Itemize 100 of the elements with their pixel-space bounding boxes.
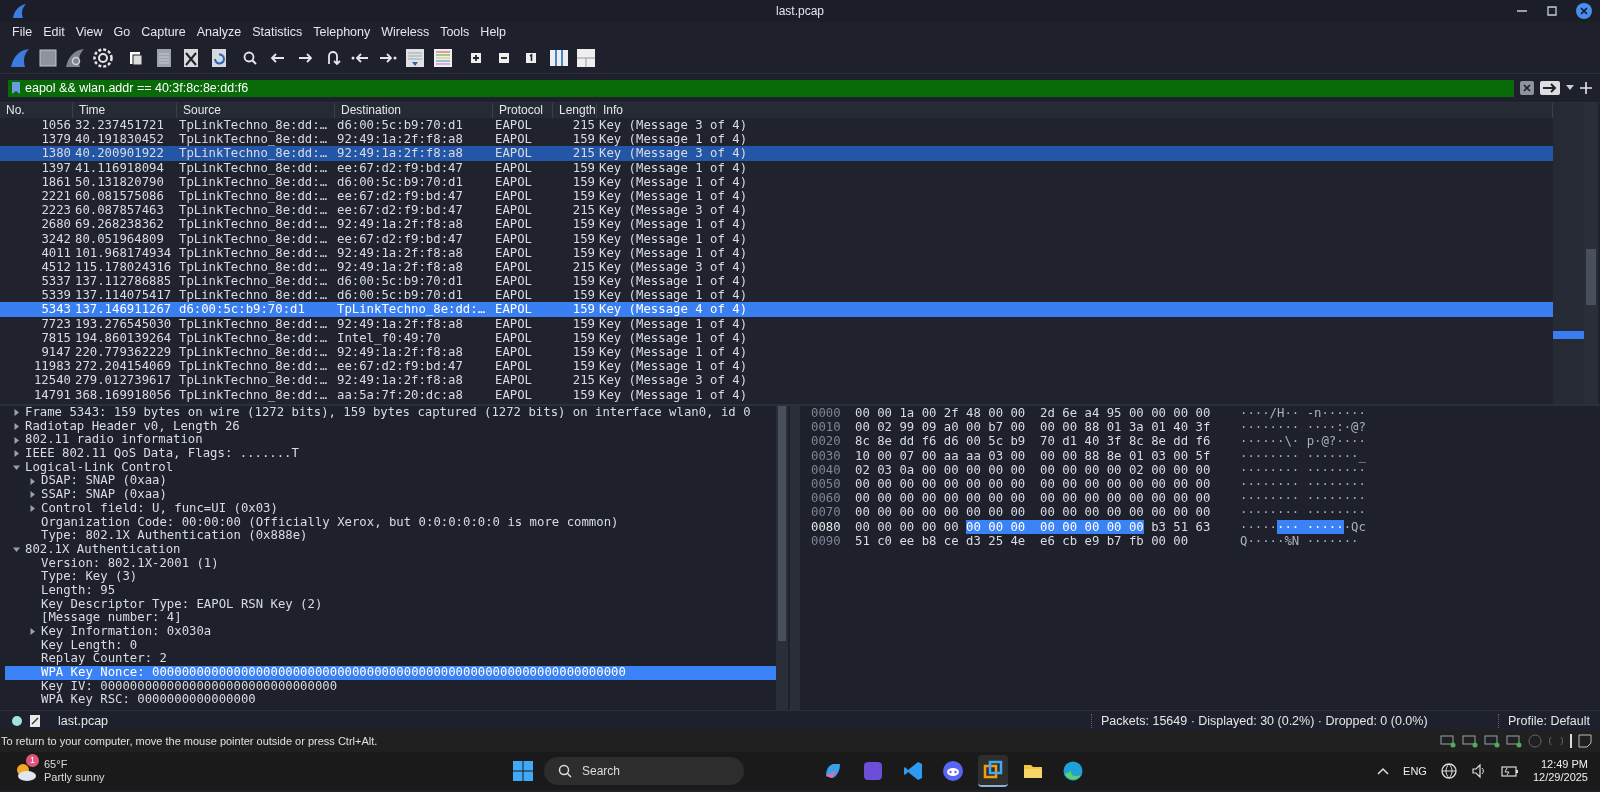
tree-row[interactable]: Radiotap Header v0, Length 26 bbox=[5, 419, 776, 434]
language-indicator[interactable]: ENG bbox=[1403, 765, 1427, 777]
tree-row[interactable]: [Message number: 4] bbox=[5, 611, 776, 625]
caret-right-icon[interactable] bbox=[29, 628, 36, 636]
menu-item[interactable]: Statistics bbox=[252, 25, 303, 39]
tree-row[interactable]: IEEE 802.11 QoS Data, Flags: .......T bbox=[5, 447, 776, 461]
tree-row[interactable]: 802.1X Authentication bbox=[5, 542, 776, 557]
menu-item[interactable]: Capture bbox=[141, 25, 186, 39]
tree-row[interactable]: Version: 802.1X-2001 (1) bbox=[5, 556, 776, 571]
packet-row[interactable]: 1397 41.116918094 TpLinkTechno_8e:dd:… ee:67:d2:f9:bd:47 EAPOL 159 Key (Message 1 of 4) bbox=[0, 160, 1553, 175]
maximize-icon[interactable] bbox=[1546, 5, 1558, 17]
device-icon[interactable] bbox=[1462, 734, 1478, 748]
tree-row[interactable]: Length: 95 bbox=[5, 583, 776, 598]
list-down-icon[interactable] bbox=[404, 46, 426, 69]
caret-right-icon[interactable] bbox=[13, 409, 20, 417]
add-icon[interactable] bbox=[1580, 82, 1592, 94]
battery-icon[interactable] bbox=[1500, 763, 1519, 779]
caret-right-icon[interactable] bbox=[13, 423, 20, 431]
menu-item[interactable]: Help bbox=[480, 25, 507, 39]
menu-item[interactable]: Analyze bbox=[196, 25, 242, 39]
taskbar-app[interactable] bbox=[978, 755, 1008, 787]
tree-row[interactable]: Type: Key (3) bbox=[5, 570, 776, 584]
column-header[interactable]: Source bbox=[177, 103, 335, 118]
tree-row[interactable]: 802.11 radio information bbox=[5, 433, 776, 448]
packet-row[interactable]: 9147 220.779362229 TpLinkTechno_8e:dd:… 92:49:1a:2f:f8:a8 EAPOL 159 Key (Message 1 of 4) bbox=[0, 345, 1553, 360]
packet-row[interactable]: 1379 40.191830452 TpLinkTechno_8e:dd:… 92:49:1a:2f:f8:a8 EAPOL 159 Key (Message 1 of 4) bbox=[0, 132, 1553, 147]
menu-item[interactable]: Edit bbox=[43, 25, 65, 39]
tree-row[interactable]: Replay Counter: 2 bbox=[5, 652, 776, 667]
packet-row[interactable]: 4011 101.968174934 TpLinkTechno_8e:dd:… 92:49:1a:2f:f8:a8 EAPOL 159 Key (Message 1 of 4) bbox=[0, 245, 1553, 260]
tree-row[interactable]: DSAP: SNAP (0xaa) bbox=[5, 474, 776, 489]
packet-row[interactable]: 7723 193.276545030 TpLinkTechno_8e:dd:… 92:49:1a:2f:f8:a8 EAPOL 159 Key (Message 1 of 4) bbox=[0, 316, 1553, 331]
status-dot-icon[interactable] bbox=[12, 715, 22, 726]
caret-right-icon[interactable] bbox=[29, 477, 36, 485]
gear-icon[interactable] bbox=[91, 46, 114, 69]
windows-start-icon[interactable] bbox=[512, 760, 534, 782]
column-header[interactable]: Destination bbox=[335, 103, 493, 118]
pane-layout-icon[interactable] bbox=[575, 46, 597, 69]
packet-row[interactable]: 2223 60.087857463 TpLinkTechno_8e:dd:… ee:67:d2:f9:bd:47 EAPOL 215 Key (Message 3 of 4) bbox=[0, 203, 1553, 218]
packet-row[interactable]: 12540 279.012739617 TpLinkTechno_8e:dd:… 92:49:1a:2f:f8:a8 EAPOL 215 Key (Message 3 of 4) bbox=[0, 373, 1553, 388]
speaker-icon[interactable] bbox=[1470, 763, 1487, 779]
tree-row[interactable]: Control field: U, func=UI (0x03) bbox=[5, 501, 776, 516]
tree-row[interactable]: Key IV: 00000000000000000000000000000000 bbox=[5, 679, 776, 694]
menu-item[interactable]: Telephony bbox=[313, 25, 371, 39]
tree-row[interactable]: Organization Code: 00:00:00 (Officially Xerox, but 0:0:0:0:0:0 is more common) bbox=[5, 515, 776, 530]
apply-arrow-icon[interactable] bbox=[1540, 81, 1560, 95]
chevron-up-icon[interactable] bbox=[1377, 767, 1390, 775]
caret-down-icon[interactable] bbox=[13, 546, 20, 554]
menu-item[interactable]: Tools bbox=[440, 25, 470, 39]
device-icon[interactable] bbox=[1484, 734, 1500, 748]
caret-right-icon[interactable] bbox=[13, 436, 20, 444]
tree-row[interactable]: Key Information: 0x030a bbox=[5, 625, 776, 639]
globe-icon[interactable] bbox=[1440, 763, 1457, 779]
display-filter-field[interactable]: eapol && wlan.addr == 40:3f:8c:8e:dd:f6 bbox=[8, 79, 1514, 97]
close-icon[interactable] bbox=[1576, 3, 1592, 19]
packet-row[interactable]: 11983 272.204154069 TpLinkTechno_8e:dd:… ee:67:d2:f9:bd:47 EAPOL 159 Key (Message 1 of 4) bbox=[0, 359, 1553, 374]
column-header[interactable]: No. bbox=[0, 103, 73, 118]
caret-right-icon[interactable] bbox=[29, 505, 36, 513]
packet-row[interactable]: 1380 40.200901922 TpLinkTechno_8e:dd:… 92:49:1a:2f:f8:a8 EAPOL 215 Key (Message 3 of 4) bbox=[0, 146, 1553, 161]
caret-down-icon[interactable] bbox=[13, 464, 20, 472]
caret-right-icon[interactable] bbox=[29, 491, 36, 499]
menu-item[interactable]: View bbox=[75, 25, 103, 39]
scrollbar[interactable] bbox=[1584, 103, 1598, 404]
column-header[interactable]: Protocol bbox=[493, 103, 553, 118]
device-icon[interactable] bbox=[1506, 734, 1522, 748]
packet-row[interactable]: 2680 69.268238362 TpLinkTechno_8e:dd:… 92:49:1a:2f:f8:a8 EAPOL 159 Key (Message 1 of 4) bbox=[0, 217, 1553, 232]
packet-row[interactable]: 5337 137.112786885 TpLinkTechno_8e:dd:… d6:00:5c:b9:70:d1 EAPOL 159 Key (Message 1 of 4) bbox=[0, 274, 1553, 289]
search-field[interactable]: Search bbox=[544, 757, 744, 785]
menu-item[interactable]: Go bbox=[113, 25, 131, 39]
caret-right-icon[interactable] bbox=[13, 450, 20, 458]
menu-item[interactable]: Wireless bbox=[381, 25, 430, 39]
packet-row[interactable]: 5343 137.146911267 d6:00:5c:b9:70:d1 TpLinkTechno_8e:dd:… EAPOL 159 Key (Message 4 of 4) bbox=[0, 302, 1553, 317]
stop-square-icon[interactable] bbox=[36, 46, 59, 69]
tree-row[interactable]: SSAP: SNAP (0xaa) bbox=[5, 488, 776, 502]
dropdown-caret-icon[interactable] bbox=[1566, 85, 1574, 91]
tree-row[interactable]: WPA Key RSC: 0000000000000000 bbox=[5, 693, 776, 708]
packet-row[interactable]: 7815 194.860139264 TpLinkTechno_8e:dd:… Intel_f0:49:70 EAPOL 159 Key (Message 1 of 4) bbox=[0, 330, 1553, 345]
device-icon[interactable] bbox=[1440, 734, 1456, 748]
column-header[interactable]: Length bbox=[553, 103, 597, 118]
note-icon[interactable] bbox=[1578, 734, 1592, 748]
clear-icon[interactable] bbox=[1520, 81, 1534, 95]
packet-row[interactable]: 4512 115.178024316 TpLinkTechno_8e:dd:… 92:49:1a:2f:f8:a8 EAPOL 215 Key (Message 3 of 4) bbox=[0, 259, 1553, 275]
tree-row[interactable]: WPA Key Nonce: 0000000000000000000000000000000000000000000000000000000000000000 bbox=[5, 666, 776, 680]
edit-note-icon[interactable] bbox=[30, 714, 40, 727]
column-header[interactable]: Time bbox=[73, 103, 177, 118]
packet-row[interactable]: 3242 80.051964809 TpLinkTechno_8e:dd:… ee:67:d2:f9:bd:47 EAPOL 159 Key (Message 1 of 4) bbox=[0, 231, 1553, 246]
packet-row[interactable]: 1056 32.237451721 TpLinkTechno_8e:dd:… d6:00:5c:b9:70:d1 EAPOL 215 Key (Message 3 of 4) bbox=[0, 118, 1553, 133]
scrollbar[interactable] bbox=[776, 406, 788, 710]
tree-row[interactable]: Logical-Link Control bbox=[5, 460, 776, 475]
packet-row[interactable]: 1861 50.131820790 TpLinkTechno_8e:dd:… d6:00:5c:b9:70:d1 EAPOL 159 Key (Message 1 of 4) bbox=[0, 174, 1553, 189]
tree-row[interactable]: Type: 802.1X Authentication (0x888e) bbox=[5, 529, 776, 543]
profile-label[interactable]: Profile: Default bbox=[1508, 713, 1590, 728]
shark-fin-icon[interactable] bbox=[64, 46, 86, 69]
tree-row[interactable]: Key Descriptor Type: EAPOL RSN Key (2) bbox=[5, 597, 776, 612]
packet-row[interactable]: 2221 60.081575086 TpLinkTechno_8e:dd:… ee:67:d2:f9:bd:47 EAPOL 159 Key (Message 1 of 4) bbox=[0, 188, 1553, 204]
packet-row[interactable]: 14791 368.169918056 TpLinkTechno_8e:dd:… aa:5a:7f:20:dc:a8 EAPOL 159 Key (Message 1 of 4) bbox=[0, 387, 1553, 402]
packet-minimap[interactable] bbox=[1553, 103, 1584, 404]
tree-row[interactable]: Key Length: 0 bbox=[5, 638, 776, 653]
colored-lines-icon[interactable] bbox=[431, 46, 454, 69]
menu-item[interactable]: File bbox=[12, 25, 33, 39]
packet-row[interactable]: 5339 137.114075417 TpLinkTechno_8e:dd:… d6:00:5c:b9:70:d1 EAPOL 159 Key (Message 1 of 4) bbox=[0, 288, 1553, 303]
